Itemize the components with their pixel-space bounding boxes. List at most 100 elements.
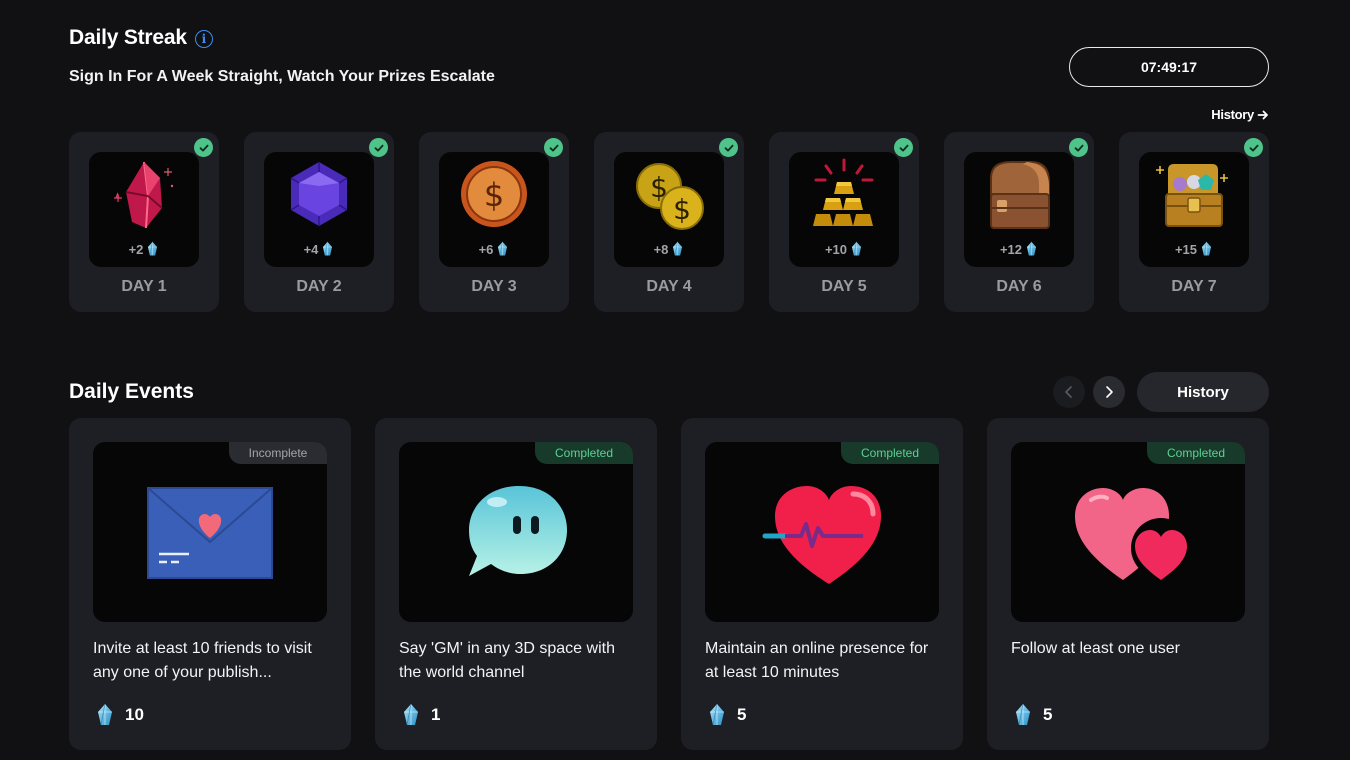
event-image: Incomplete bbox=[93, 442, 327, 622]
two-hearts-icon bbox=[1075, 488, 1191, 580]
event-description: Invite at least 10 friends to visit any … bbox=[93, 640, 312, 681]
event-reward: 5 bbox=[707, 703, 746, 727]
events-history-button[interactable]: History bbox=[1137, 372, 1269, 412]
event-description: Maintain an online presence for at least… bbox=[705, 640, 929, 681]
event-image: Completed bbox=[399, 442, 633, 622]
event-card[interactable]: Incomplete Invite at least 10 friends to… bbox=[69, 418, 351, 750]
check-icon bbox=[1069, 138, 1088, 157]
status-badge: Completed bbox=[535, 442, 633, 464]
day-reward-amount: +2 bbox=[128, 241, 144, 257]
day-reward-amount: +10 bbox=[824, 241, 848, 257]
day-card[interactable]: +2 DAY 1 bbox=[69, 132, 219, 312]
crystal-icon bbox=[671, 241, 684, 257]
day-reward: +6 bbox=[439, 241, 549, 257]
wooden-chest-icon bbox=[990, 161, 1050, 229]
crystal-icon bbox=[321, 241, 334, 257]
streak-subtitle: Sign In For A Week Straight, Watch Your … bbox=[69, 68, 495, 85]
event-reward-amount: 10 bbox=[125, 705, 144, 724]
day-label: DAY 5 bbox=[821, 278, 867, 295]
day-label: DAY 3 bbox=[471, 278, 517, 295]
streak-title: Daily Streak bbox=[69, 26, 187, 49]
day-label: DAY 2 bbox=[296, 278, 342, 295]
day-reward-image: +4 bbox=[264, 152, 374, 267]
day-label: DAY 6 bbox=[996, 278, 1042, 295]
day-reward-image: $ +6 bbox=[439, 152, 549, 267]
heartbeat-icon bbox=[762, 486, 881, 584]
day-reward: +8 bbox=[614, 241, 724, 257]
day-reward: +10 bbox=[789, 241, 899, 257]
svg-text:$: $ bbox=[673, 193, 691, 226]
treasure-chest-icon bbox=[1156, 164, 1228, 227]
crystal-icon bbox=[1200, 241, 1213, 257]
previous-button[interactable] bbox=[1053, 376, 1085, 408]
check-icon bbox=[894, 138, 913, 157]
events-title: Daily Events bbox=[69, 380, 194, 403]
status-badge: Incomplete bbox=[229, 442, 327, 464]
status-badge: Completed bbox=[841, 442, 939, 464]
event-description: Say 'GM' in any 3D space with the world … bbox=[399, 640, 615, 681]
chevron-right-icon bbox=[1106, 386, 1113, 398]
event-reward-amount: 5 bbox=[1043, 705, 1053, 724]
day-label: DAY 1 bbox=[121, 278, 167, 295]
event-image: Completed bbox=[705, 442, 939, 622]
day-reward-amount: +6 bbox=[478, 241, 494, 257]
day-card[interactable]: +12 DAY 6 bbox=[944, 132, 1094, 312]
event-reward-amount: 1 bbox=[431, 705, 441, 724]
streak-history-label: History bbox=[1211, 107, 1254, 122]
check-icon bbox=[369, 138, 388, 157]
day-card[interactable]: $ $ +8 DAY 4 bbox=[594, 132, 744, 312]
crystal-icon bbox=[850, 241, 863, 257]
day-card[interactable]: +4 DAY 2 bbox=[244, 132, 394, 312]
event-reward-amount: 5 bbox=[737, 705, 747, 724]
day-label: DAY 4 bbox=[646, 278, 692, 295]
next-button[interactable] bbox=[1093, 376, 1125, 408]
info-icon[interactable]: i bbox=[194, 29, 213, 48]
red-gem-icon bbox=[114, 161, 174, 229]
crystal-icon bbox=[496, 241, 509, 257]
streak-history-link[interactable]: History bbox=[1211, 107, 1269, 122]
purple-gem-icon bbox=[290, 162, 348, 226]
day-card[interactable]: $ +6 DAY 3 bbox=[419, 132, 569, 312]
streak-header: Daily Streak i bbox=[69, 26, 213, 50]
event-card[interactable]: Completed Follow at least one user 5 bbox=[987, 418, 1269, 750]
day-reward-amount: +8 bbox=[653, 241, 669, 257]
day-reward: +15 bbox=[1139, 241, 1249, 257]
event-reward: 5 bbox=[1013, 703, 1052, 727]
status-badge: Completed bbox=[1147, 442, 1245, 464]
check-icon bbox=[1244, 138, 1263, 157]
day-card[interactable]: +15 DAY 7 bbox=[1119, 132, 1269, 312]
gold-bars-icon bbox=[813, 158, 874, 226]
day-card[interactable]: +10 DAY 5 bbox=[769, 132, 919, 312]
day-reward-image: $ $ +8 bbox=[614, 152, 724, 267]
event-card[interactable]: Completed Say 'GM' in any 3D space with … bbox=[375, 418, 657, 750]
crystal-icon bbox=[1025, 241, 1038, 257]
svg-text:$: $ bbox=[484, 176, 504, 214]
envelope-heart-icon bbox=[147, 487, 273, 579]
day-label: DAY 7 bbox=[1171, 278, 1217, 295]
day-reward-image: +12 bbox=[964, 152, 1074, 267]
streak-days: +2 DAY 1 +4 DAY 2 $ +6 DAY 3 $ $ +8 DAY … bbox=[69, 132, 1269, 312]
chevron-left-icon bbox=[1065, 386, 1072, 398]
event-image: Completed bbox=[1011, 442, 1245, 622]
bronze-coin-icon: $ bbox=[461, 161, 527, 227]
day-reward-image: +2 bbox=[89, 152, 199, 267]
chat-bubble-icon bbox=[469, 486, 567, 576]
countdown-timer: 07:49:17 bbox=[1069, 47, 1269, 87]
crystal-icon bbox=[146, 241, 159, 257]
day-reward-amount: +12 bbox=[999, 241, 1023, 257]
crystal-icon bbox=[1013, 703, 1033, 727]
day-reward-amount: +15 bbox=[1174, 241, 1198, 257]
day-reward: +2 bbox=[89, 241, 199, 257]
event-reward: 10 bbox=[95, 703, 144, 727]
crystal-icon bbox=[401, 703, 421, 727]
event-card[interactable]: Completed Maintain an online presence fo… bbox=[681, 418, 963, 750]
crystal-icon bbox=[707, 703, 727, 727]
event-list: Incomplete Invite at least 10 friends to… bbox=[69, 418, 1269, 750]
check-icon bbox=[544, 138, 563, 157]
event-reward: 1 bbox=[401, 703, 440, 727]
event-description: Follow at least one user bbox=[1011, 640, 1180, 657]
daily-rewards-page: Daily Streak i Sign In For A Week Straig… bbox=[0, 0, 1350, 760]
check-icon bbox=[719, 138, 738, 157]
arrow-right-icon bbox=[1257, 110, 1268, 119]
day-reward-image: +10 bbox=[789, 152, 899, 267]
